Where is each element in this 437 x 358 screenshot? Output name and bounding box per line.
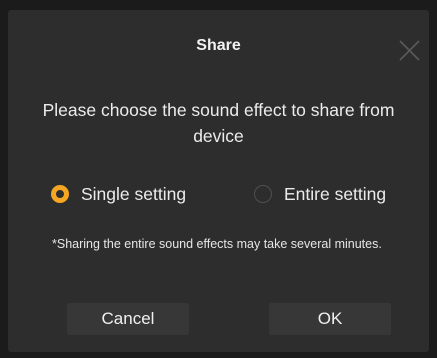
close-icon xyxy=(399,40,420,61)
option-label: Single setting xyxy=(81,183,187,204)
radio-unchecked-icon[interactable] xyxy=(254,185,272,203)
dialog-prompt: Please choose the sound effect to share … xyxy=(42,100,395,146)
share-dialog: Share Please choose the sound effect to … xyxy=(8,10,429,352)
screen: Share Please choose the sound effect to … xyxy=(0,0,437,358)
dialog-title: Share xyxy=(196,37,241,54)
option-label: Entire setting xyxy=(284,183,387,204)
radio-checked-icon[interactable] xyxy=(51,185,69,203)
sharing-note: *Sharing the entire sound effects may ta… xyxy=(52,237,382,251)
close-button[interactable] xyxy=(399,40,420,61)
option-entire-setting[interactable]: Entire setting xyxy=(254,182,386,206)
cancel-button[interactable]: Cancel xyxy=(67,303,189,335)
option-single-setting[interactable]: Single setting xyxy=(51,182,186,206)
ok-button[interactable]: OK xyxy=(269,303,391,335)
